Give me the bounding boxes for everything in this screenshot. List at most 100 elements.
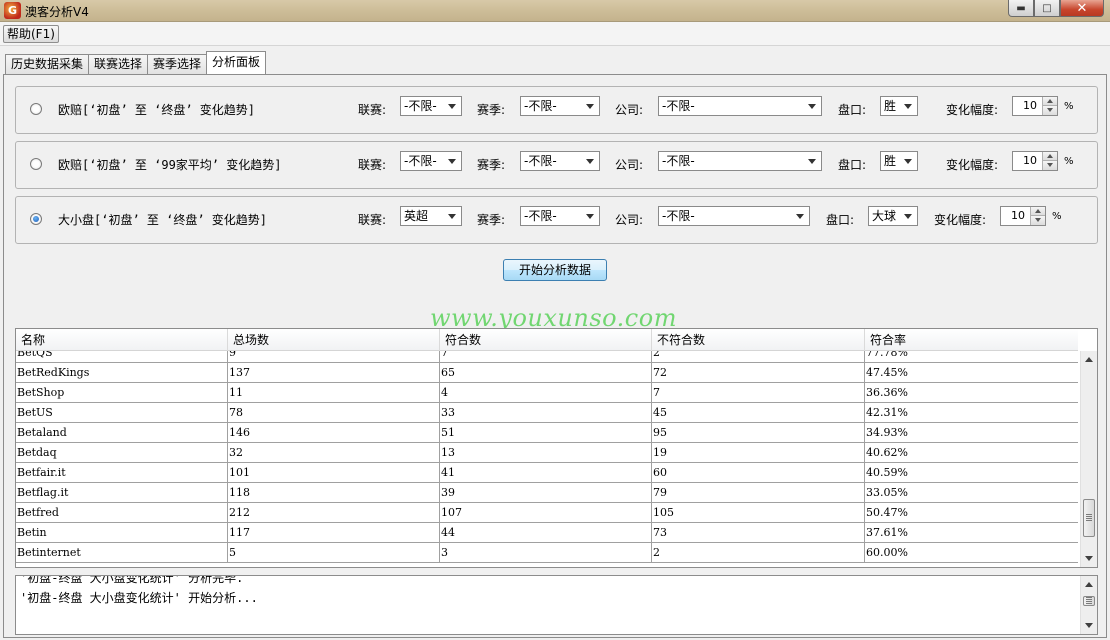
table-row[interactable]: BetShop 11 4 7 36.36%: [16, 383, 1078, 403]
header-name[interactable]: 名称: [16, 329, 228, 351]
table-scrollbar[interactable]: [1080, 351, 1097, 567]
maximize-icon: □: [1042, 2, 1052, 14]
option-group-over-under: 大小盘[‘初盘’ 至 ‘终盘’ 变化趋势] 联赛: 英超 赛季: -不限- 公司…: [15, 196, 1098, 244]
tab-season-select[interactable]: 赛季选择: [147, 54, 208, 74]
spinner-up-icon[interactable]: [1042, 152, 1057, 161]
handicap-select[interactable]: 胜: [880, 151, 918, 171]
spinner-down-icon[interactable]: [1042, 106, 1057, 115]
chevron-down-icon: [904, 159, 912, 164]
menu-bar: 帮助(F1): [0, 22, 1110, 46]
chevron-down-icon: [586, 104, 594, 109]
range-label: 变化幅度:: [946, 158, 999, 172]
cell-name: Betin: [16, 523, 228, 543]
season-select[interactable]: -不限-: [520, 206, 600, 226]
spinner-up-icon[interactable]: [1042, 97, 1057, 106]
range-value: 10: [1023, 99, 1037, 112]
table-rows: BetQS 9 7 2 77.78% BetRedKings 137 65 72 47.45% Be…: [16, 351, 1078, 563]
spinner-down-icon[interactable]: [1042, 161, 1057, 170]
league-label: 联赛:: [358, 158, 387, 172]
table-row[interactable]: Betin 117 44 73 37.61%: [16, 523, 1078, 543]
season-value: -不限-: [524, 154, 557, 168]
radio-euro-open-avg[interactable]: [30, 158, 42, 170]
group-title: 大小盘[‘初盘’ 至 ‘终盘’ 变化趋势]: [58, 213, 268, 227]
range-spinner[interactable]: 10: [1012, 151, 1058, 171]
range-unit: %: [1064, 156, 1074, 167]
header-match[interactable]: 符合数: [440, 329, 652, 351]
cell-name: BetQS: [16, 351, 228, 363]
spinner-up-icon[interactable]: [1030, 207, 1045, 216]
cell-match: 51: [440, 423, 652, 443]
radio-over-under[interactable]: [30, 213, 42, 225]
cell-match: 33: [440, 403, 652, 423]
minimize-button[interactable]: ▬: [1008, 0, 1034, 17]
league-value: 英超: [404, 209, 429, 223]
league-select[interactable]: 英超: [400, 206, 462, 226]
tab-history-collect[interactable]: 历史数据采集: [5, 54, 90, 74]
company-select[interactable]: -不限-: [658, 96, 822, 116]
league-label: 联赛:: [358, 103, 387, 117]
table-row[interactable]: Betinternet 5 3 2 60.00%: [16, 543, 1078, 563]
cell-mismatch: 19: [652, 443, 865, 463]
close-button[interactable]: ✕: [1060, 0, 1104, 17]
scroll-down-icon[interactable]: [1081, 617, 1097, 634]
maximize-button[interactable]: □: [1034, 0, 1060, 17]
cell-total: 137: [228, 363, 440, 383]
chevron-down-icon: [904, 214, 912, 219]
chevron-down-icon: [808, 159, 816, 164]
chevron-down-icon: [796, 214, 804, 219]
cell-name: Betfair.it: [16, 463, 228, 483]
scroll-thumb[interactable]: [1083, 596, 1095, 606]
results-table: 名称 总场数 符合数 不符合数 符合率 BetQS 9 7 2 77.78% BetRed…: [15, 328, 1098, 568]
table-row[interactable]: Betfair.it 101 41 60 40.59%: [16, 463, 1078, 483]
season-select[interactable]: -不限-: [520, 151, 600, 171]
scroll-down-icon[interactable]: [1081, 550, 1097, 567]
cell-match: 13: [440, 443, 652, 463]
table-row[interactable]: Betdaq 32 13 19 40.62%: [16, 443, 1078, 463]
scroll-up-icon[interactable]: [1081, 351, 1097, 368]
cell-total: 5: [228, 543, 440, 563]
radio-euro-open-close[interactable]: [30, 103, 42, 115]
group-title: 欧赔[‘初盘’ 至 ‘99家平均’ 变化趋势]: [58, 158, 282, 172]
tab-analysis-panel[interactable]: 分析面板: [206, 51, 267, 74]
start-analysis-button[interactable]: 开始分析数据: [503, 259, 607, 281]
tab-league-select[interactable]: 联赛选择: [88, 54, 149, 74]
cell-mismatch: 45: [652, 403, 865, 423]
spinner-down-icon[interactable]: [1030, 216, 1045, 225]
menu-help[interactable]: 帮助(F1): [3, 25, 59, 43]
tab-strip: 历史数据采集 联赛选择 赛季选择 分析面板: [5, 51, 267, 74]
table-row[interactable]: BetRedKings 137 65 72 47.45%: [16, 363, 1078, 383]
scroll-up-icon[interactable]: [1081, 576, 1097, 593]
cell-mismatch: 7: [652, 383, 865, 403]
cell-mismatch: 72: [652, 363, 865, 383]
table-row[interactable]: BetUS 78 33 45 42.31%: [16, 403, 1078, 423]
table-row[interactable]: BetQS 9 7 2 77.78%: [16, 351, 1078, 363]
window-controls: ▬ □ ✕: [1008, 0, 1104, 18]
log-line: '初盘-终盘 大小盘变化统计' 开始分析...: [20, 591, 258, 605]
log-area[interactable]: '初盘-终盘 大小盘变化统计' 分析完毕. '初盘-终盘 大小盘变化统计' 开始分…: [15, 575, 1098, 635]
season-select[interactable]: -不限-: [520, 96, 600, 116]
chevron-down-icon: [586, 214, 594, 219]
cell-mismatch: 79: [652, 483, 865, 503]
cell-total: 146: [228, 423, 440, 443]
company-select[interactable]: -不限-: [658, 206, 810, 226]
cell-rate: 40.62%: [866, 446, 908, 459]
header-rate[interactable]: 符合率: [865, 329, 1078, 351]
company-label: 公司:: [615, 158, 644, 172]
cell-match: 65: [440, 363, 652, 383]
cell-name: Betdaq: [16, 443, 228, 463]
header-mismatch[interactable]: 不符合数: [652, 329, 865, 351]
handicap-select[interactable]: 胜: [880, 96, 918, 116]
scroll-thumb[interactable]: [1083, 499, 1095, 537]
table-row[interactable]: Betflag.it 118 39 79 33.05%: [16, 483, 1078, 503]
league-select[interactable]: -不限-: [400, 96, 462, 116]
range-spinner[interactable]: 10: [1012, 96, 1058, 116]
company-select[interactable]: -不限-: [658, 151, 822, 171]
handicap-select[interactable]: 大球: [868, 206, 918, 226]
table-row[interactable]: Betaland 146 51 95 34.93%: [16, 423, 1078, 443]
header-total[interactable]: 总场数: [228, 329, 440, 351]
option-group-euro-open-close: 欧赔[‘初盘’ 至 ‘终盘’ 变化趋势] 联赛: -不限- 赛季: -不限- 公…: [15, 86, 1098, 134]
table-row[interactable]: Betfred 212 107 105 50.47%: [16, 503, 1078, 523]
league-select[interactable]: -不限-: [400, 151, 462, 171]
range-spinner[interactable]: 10: [1000, 206, 1046, 226]
log-scrollbar[interactable]: [1080, 576, 1097, 634]
